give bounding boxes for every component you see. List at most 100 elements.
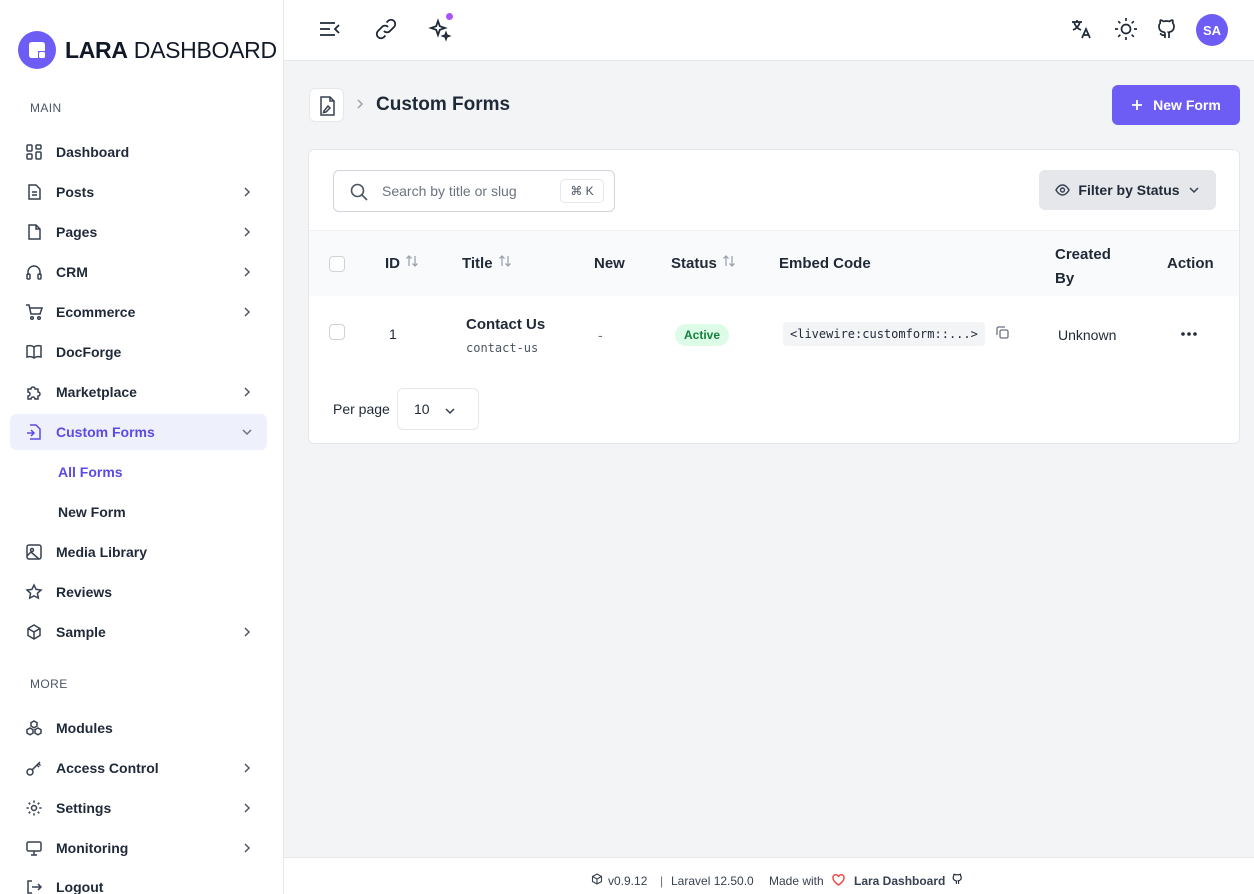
key-icon [26, 761, 42, 776]
sidebar-item-label: Pages [56, 224, 98, 240]
sidebar-item-pages[interactable]: Pages [10, 214, 267, 250]
sidebar-item-crm[interactable]: CRM [10, 254, 267, 290]
cell-new: - [598, 327, 603, 343]
plus-icon [1132, 100, 1143, 110]
footer-version: v0.9.12 [608, 874, 648, 888]
new-form-button[interactable]: New Form [1112, 85, 1240, 125]
cell-id: 1 [389, 326, 397, 342]
puzzle-icon [27, 386, 41, 400]
breadcrumb-separator-icon [357, 99, 364, 109]
sort-icon [722, 255, 735, 267]
sidebar-item-label: Custom Forms [56, 424, 155, 440]
sidebar-item-ecommerce[interactable]: Ecommerce [10, 294, 267, 330]
sidebar-item-media-library[interactable]: Media Library [10, 534, 267, 570]
monitor-icon [26, 841, 42, 856]
column-header-action: Action [1167, 255, 1214, 272]
footer-made-with: Made with [769, 874, 824, 888]
notification-dot [446, 13, 453, 20]
sort-icon [498, 255, 511, 267]
logo-mark-icon [18, 31, 56, 69]
form-icon [27, 424, 41, 440]
brand-logo[interactable]: LARA DASHBOARD [18, 31, 277, 69]
column-header-status[interactable]: Status [671, 255, 737, 272]
more-actions-icon[interactable] [1179, 326, 1199, 342]
collapse-sidebar-icon[interactable] [317, 16, 343, 42]
link-icon[interactable] [373, 16, 399, 42]
row-checkbox[interactable] [329, 324, 345, 340]
page-title: Custom Forms [376, 94, 511, 115]
book-icon [26, 344, 42, 359]
sidebar-item-access-control[interactable]: Access Control [10, 750, 267, 786]
sidebar-item-custom-forms[interactable]: Custom Forms [10, 414, 267, 450]
sidebar-subitem-new-form[interactable]: New Form [58, 504, 126, 520]
select-all-checkbox[interactable] [329, 256, 345, 272]
top-bar: SA [284, 0, 1254, 61]
search-placeholder: Search by title or slug [382, 183, 517, 199]
filter-by-status-button[interactable]: Filter by Status [1039, 170, 1216, 210]
sidebar-item-label: DocForge [56, 344, 122, 360]
chevron-right-icon [244, 803, 251, 813]
document-icon [28, 184, 41, 200]
sun-icon[interactable] [1113, 16, 1139, 42]
sidebar-item-dashboard[interactable]: Dashboard [10, 134, 267, 170]
cube-icon [27, 624, 41, 640]
column-header-title[interactable]: Title [462, 255, 513, 272]
per-page-value: 10 [414, 401, 430, 417]
chevron-right-icon [244, 307, 251, 317]
chevron-right-icon [244, 387, 251, 397]
headphones-icon [26, 265, 42, 280]
sidebar-item-label: Access Control [56, 760, 159, 776]
sidebar-item-label: Reviews [56, 584, 113, 600]
chevron-down-icon [242, 429, 252, 436]
column-header-new: New [594, 255, 625, 272]
user-avatar[interactable]: SA [1196, 14, 1228, 46]
cell-title[interactable]: Contact Us [466, 316, 545, 333]
star-icon [25, 583, 43, 600]
sidebar-item-monitoring[interactable]: Monitoring [10, 830, 267, 866]
sidebar-item-docforge[interactable]: DocForge [10, 334, 267, 370]
github-icon[interactable] [1155, 16, 1181, 42]
search-input[interactable]: Search by title or slug ⌘ K [333, 170, 615, 212]
eye-icon [1055, 184, 1071, 196]
breadcrumb-form-icon[interactable] [309, 88, 344, 122]
sidebar-item-modules[interactable]: Modules [10, 710, 267, 746]
chevron-right-icon [244, 267, 251, 277]
github-icon[interactable] [951, 872, 965, 886]
footer-brand-link[interactable]: Lara Dashboard [854, 874, 945, 888]
chevron-down-icon [445, 408, 455, 415]
sidebar-item-sample[interactable]: Sample [10, 614, 267, 650]
search-icon [350, 183, 368, 201]
sidebar-item-posts[interactable]: Posts [10, 174, 267, 210]
gear-icon [26, 800, 42, 816]
sidebar-item-logout[interactable]: Logout [10, 869, 267, 894]
logout-icon [27, 880, 43, 894]
translate-icon[interactable] [1069, 16, 1095, 42]
sidebar-item-reviews[interactable]: Reviews [10, 574, 267, 610]
heart-icon [832, 874, 845, 886]
sidebar-item-label: Logout [56, 879, 104, 894]
sort-icon [406, 255, 418, 267]
section-label-more: MORE [30, 677, 68, 691]
sidebar-item-label: Settings [56, 800, 112, 816]
sidebar-item-label: Sample [56, 624, 106, 640]
sidebar-subitem-all-forms[interactable]: All Forms [58, 464, 123, 480]
sidebar-item-settings[interactable]: Settings [10, 790, 267, 826]
section-label-main: MAIN [30, 101, 62, 115]
column-header-id[interactable]: ID [385, 255, 420, 272]
cube-icon [591, 873, 603, 885]
sidebar-item-label: Marketplace [56, 384, 137, 400]
new-form-button-label: New Form [1153, 97, 1221, 113]
modules-icon [26, 720, 42, 736]
per-page-select[interactable]: 10 [397, 388, 479, 430]
forms-table-card: Search by title or slug ⌘ K Filter by St… [308, 149, 1240, 444]
chevron-right-icon [244, 843, 251, 853]
sidebar-item-label: Media Library [56, 544, 148, 560]
sidebar-item-marketplace[interactable]: Marketplace [10, 374, 267, 410]
image-icon [26, 544, 42, 560]
chevron-right-icon [244, 227, 251, 237]
chevron-right-icon [244, 627, 251, 637]
column-header-created-by: Created By [1055, 246, 1111, 287]
cart-icon [26, 304, 43, 321]
sidebar-item-label: Monitoring [56, 840, 129, 856]
copy-icon[interactable] [995, 325, 1010, 340]
